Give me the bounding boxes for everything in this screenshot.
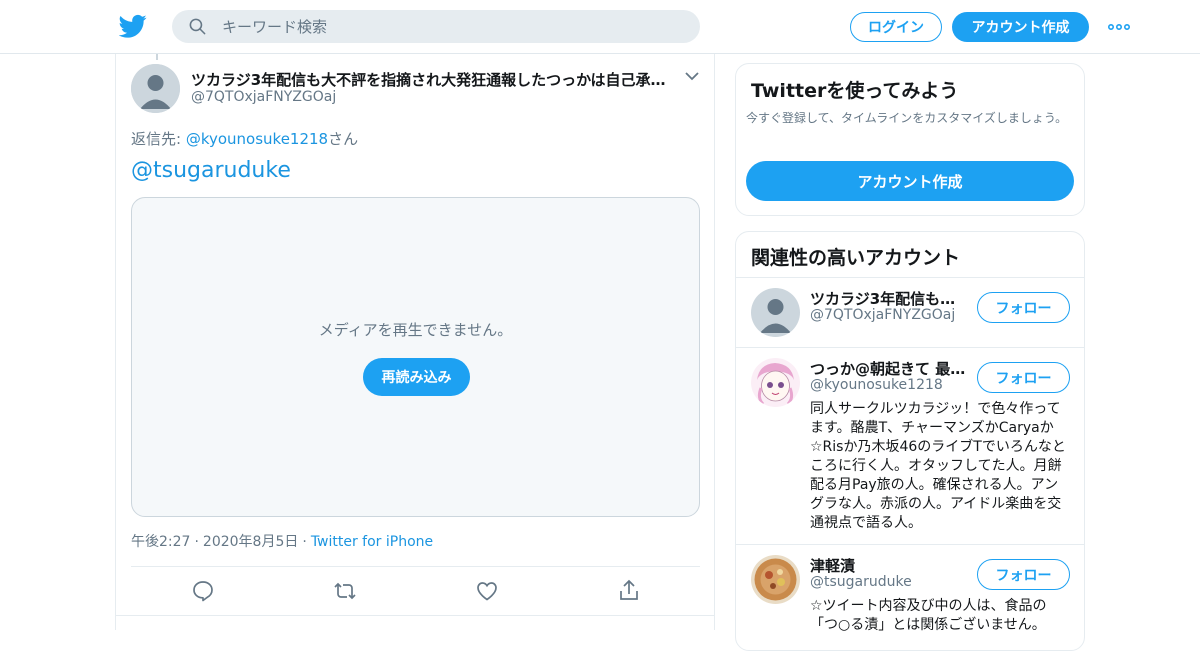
more-icon[interactable] — [1107, 18, 1131, 36]
default-avatar-icon — [751, 288, 800, 337]
reply-icon[interactable] — [191, 579, 215, 603]
account-avatar[interactable] — [751, 358, 800, 407]
account-name[interactable]: 津軽漬 — [810, 555, 970, 576]
food-photo-avatar-icon — [751, 555, 800, 604]
account-avatar[interactable] — [751, 288, 800, 337]
reply-to-line: 返信先: @kyounosuke1218さん — [131, 128, 358, 149]
signup-card-description: 今すぐ登録して、タイムラインをカスタマイズしましょう。 — [746, 111, 1068, 125]
tweet-time: 午後2:27 — [131, 534, 191, 550]
related-account-item[interactable]: ツカラジ3年配信も大不評を指摘され大発狂通報したつっかは自己承… @7QTOxj… — [736, 278, 1084, 348]
search-box[interactable] — [172, 10, 700, 43]
retweet-icon[interactable] — [333, 579, 357, 603]
account-handle[interactable]: @kyounosuke1218 — [810, 377, 943, 393]
reply-prefix: 返信先: — [131, 130, 186, 148]
twitter-bird-icon[interactable] — [119, 12, 147, 40]
signup-button[interactable]: アカウント作成 — [952, 12, 1089, 42]
related-accounts-card: 関連性の高いアカウント ツカラジ3年配信も大不評を指摘され大発狂通報したつっかは… — [735, 231, 1085, 651]
account-avatar[interactable] — [751, 555, 800, 604]
signup-card: Twitterを使ってみよう 今すぐ登録して、タイムラインをカスタマイズしましょ… — [735, 63, 1085, 216]
account-handle[interactable]: @7QTOxjaFNYZGOaj — [810, 307, 955, 323]
follow-button[interactable]: フォロー — [977, 292, 1070, 323]
author-avatar[interactable] — [131, 64, 180, 113]
media-player: メディアを再生できません。 再読み込み — [131, 197, 700, 517]
account-bio: 同人サークルツカラジッ！で色々作ってます。酪農T、チャーマンズかCaryaか☆R… — [810, 401, 1066, 531]
reply-mention-link[interactable]: @kyounosuke1218 — [186, 130, 328, 148]
tweet-actions — [116, 579, 714, 605]
related-accounts-header: 関連性の高いアカウント — [736, 232, 1084, 278]
tweet-text-mention[interactable]: @tsugaruduke — [131, 158, 291, 183]
search-input[interactable] — [222, 10, 682, 43]
tweet-date: 2020年8月5日 — [202, 534, 299, 550]
author-name[interactable]: ツカラジ3年配信も大不評を指摘され大発狂通報したつっかは自己承… — [191, 69, 671, 90]
divider — [131, 566, 700, 567]
follow-button[interactable]: フォロー — [977, 559, 1070, 590]
top-navigation-bar: ログイン アカウント作成 — [0, 0, 1200, 54]
account-name[interactable]: ツカラジ3年配信も大不評を指摘され大発狂通報したつっかは自己承… — [810, 288, 970, 309]
default-avatar-icon — [131, 64, 180, 113]
divider — [116, 615, 714, 616]
related-account-item[interactable]: つっか@朝起きて 最高の一日 @kyounosuke1218 フォロー 同人サー… — [736, 348, 1084, 545]
reload-button[interactable]: 再読み込み — [363, 358, 470, 396]
meta-separator: · — [194, 534, 199, 550]
anime-character-avatar-icon — [751, 358, 800, 407]
media-error-message: メディアを再生できません。 — [318, 321, 513, 339]
account-name[interactable]: つっか@朝起きて 最高の一日 — [810, 358, 970, 379]
related-account-item[interactable]: 津軽漬 @tsugaruduke フォロー ☆ツイート内容及び中の人は、食品の「… — [736, 545, 1084, 655]
search-icon — [189, 18, 206, 35]
follow-button[interactable]: フォロー — [977, 362, 1070, 393]
signup-card-title: Twitterを使ってみよう — [751, 80, 959, 102]
tweet-source-link[interactable]: Twitter for iPhone — [311, 534, 433, 550]
related-accounts-title: 関連性の高いアカウント — [751, 247, 961, 269]
reply-suffix: さん — [328, 130, 359, 148]
account-handle[interactable]: @tsugaruduke — [810, 574, 912, 590]
meta-separator: · — [302, 534, 307, 550]
like-heart-icon[interactable] — [475, 579, 499, 603]
tweet-meta: 午後2:27 · 2020年8月5日 · Twitter for iPhone — [131, 531, 433, 551]
account-bio: ☆ツイート内容及び中の人は、食品の「つ○る漬」とは関係ございません。 — [810, 598, 1047, 633]
login-button[interactable]: ログイン — [850, 12, 942, 42]
chevron-down-icon[interactable] — [684, 70, 700, 82]
thread-line — [156, 54, 158, 60]
author-handle[interactable]: @7QTOxjaFNYZGOaj — [191, 89, 336, 105]
signup-card-button[interactable]: アカウント作成 — [746, 161, 1074, 201]
tweet-column: ツカラジ3年配信も大不評を指摘され大発狂通報したつっかは自己承… @7QTOxj… — [115, 54, 715, 630]
share-icon[interactable] — [617, 579, 641, 603]
